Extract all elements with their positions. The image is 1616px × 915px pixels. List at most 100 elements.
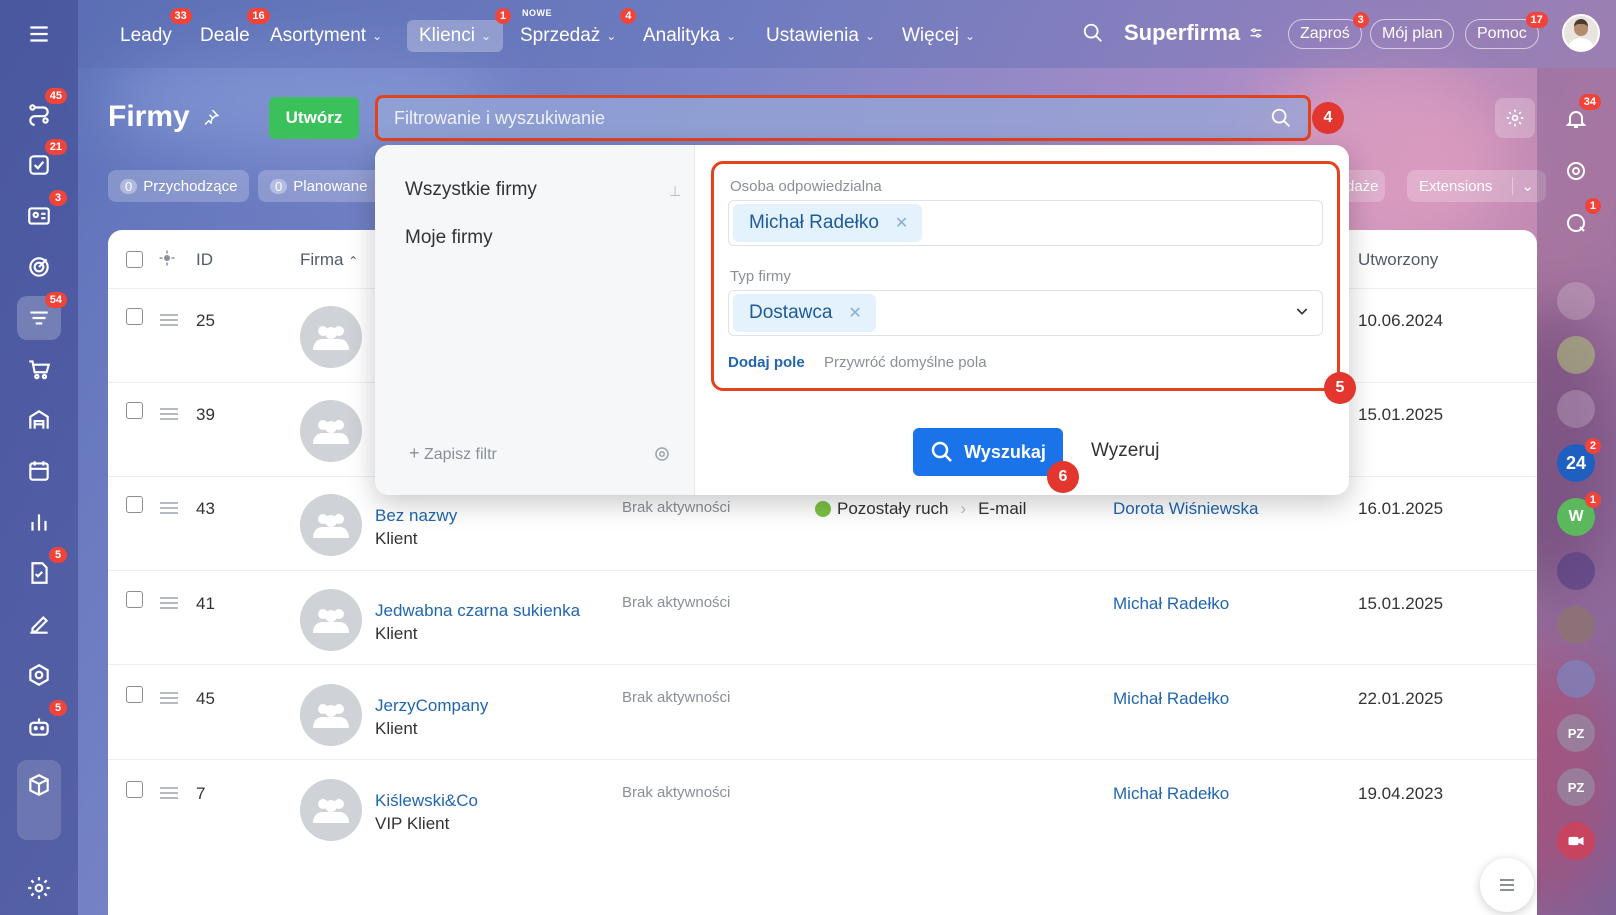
settings-gear-icon[interactable]: [17, 866, 61, 910]
calendar-icon[interactable]: [17, 449, 61, 493]
remove-tag-icon[interactable]: ✕: [848, 303, 861, 323]
list-menu-button[interactable]: [1480, 858, 1534, 912]
sidebar-item-goals[interactable]: [17, 245, 61, 289]
row-checkbox[interactable]: [126, 781, 143, 798]
column-header-id[interactable]: ID: [196, 250, 213, 270]
company-name[interactable]: Superfirma: [1124, 20, 1264, 46]
search-icon[interactable]: [1270, 107, 1292, 129]
search-button[interactable]: Wyszukaj: [913, 428, 1063, 476]
company-name-link[interactable]: Jedwabna czarna sukienka: [375, 601, 580, 621]
nav-label: Deale: [200, 25, 250, 46]
contact-avatar[interactable]: [1557, 282, 1595, 320]
my-plan-button[interactable]: Mój plan: [1370, 19, 1455, 49]
contact-avatar[interactable]: [1557, 552, 1595, 590]
contact-avatar[interactable]: PZ: [1557, 768, 1595, 806]
company-type-tag[interactable]: Dostawca ✕: [733, 294, 876, 332]
gear-icon[interactable]: [653, 445, 671, 468]
remove-tag-icon[interactable]: ✕: [895, 213, 908, 233]
extensions-button[interactable]: Extensions ⌄: [1407, 170, 1546, 202]
contact-avatar[interactable]: [1557, 660, 1595, 698]
row-checkbox[interactable]: [126, 686, 143, 703]
chevron-down-icon[interactable]: [1294, 303, 1310, 324]
restore-default-fields-link[interactable]: Przywróć domyślne pola: [824, 354, 987, 371]
drag-handle-icon[interactable]: [160, 597, 178, 609]
sidebar-item-contacts[interactable]: 3: [17, 190, 67, 238]
search-icon[interactable]: [1082, 22, 1104, 49]
company-name-link[interactable]: JerzyCompany: [375, 696, 488, 716]
contact-avatar[interactable]: [1557, 390, 1595, 428]
hexagon-icon[interactable]: [17, 653, 61, 697]
company-name-link[interactable]: Kiślewski&Co: [375, 791, 478, 811]
sign-icon[interactable]: [17, 602, 61, 646]
row-checkbox[interactable]: [126, 496, 143, 513]
drag-handle-icon[interactable]: [160, 502, 178, 514]
nav-sales[interactable]: NOWE Sprzedaż ⌄ 4: [508, 8, 637, 52]
chevron-down-icon: ⌄: [1512, 177, 1534, 195]
drag-handle-icon[interactable]: [160, 692, 178, 704]
analytics-icon[interactable]: [17, 500, 61, 544]
column-header-company[interactable]: Firma ⌃: [300, 250, 358, 270]
video-call-icon[interactable]: [1557, 822, 1595, 860]
notification-badge: 5: [49, 547, 67, 563]
nav-more[interactable]: Więcej ⌄: [890, 20, 987, 52]
responsible-link[interactable]: Dorota Wiśniewska: [1113, 499, 1259, 519]
avatar[interactable]: [1562, 14, 1600, 52]
responsible-tag[interactable]: Michał Radełko ✕: [733, 204, 923, 242]
invite-button[interactable]: Zaproś 3: [1288, 12, 1369, 49]
nav-products[interactable]: Asortyment ⌄: [258, 20, 394, 52]
help-button[interactable]: Pomoc 17: [1465, 12, 1548, 49]
w-app[interactable]: W 1: [1557, 492, 1601, 536]
reset-button[interactable]: Wyzeruj: [1091, 440, 1159, 462]
select-all-checkbox[interactable]: [126, 251, 143, 268]
pin-icon[interactable]: ⊥: [669, 183, 681, 200]
nav-deals[interactable]: Deale 16: [188, 8, 270, 52]
column-settings-icon[interactable]: [158, 249, 176, 272]
chat-search-icon[interactable]: 1: [1557, 198, 1601, 242]
nav-analytics[interactable]: Analityka ⌄: [631, 20, 748, 52]
counter-label: Przychodzące: [143, 177, 238, 195]
robot-icon[interactable]: 5: [17, 700, 67, 748]
bell-icon[interactable]: 34: [1557, 94, 1601, 138]
row-checkbox[interactable]: [126, 308, 143, 325]
settings-button[interactable]: [1495, 98, 1535, 138]
column-header-created[interactable]: Utworzony: [1358, 250, 1438, 270]
row-id: 43: [196, 499, 215, 518]
company-type-field[interactable]: Dostawca ✕: [728, 290, 1323, 336]
create-button[interactable]: Utwórz: [269, 97, 359, 139]
search-input[interactable]: [394, 107, 1270, 129]
sidebar-item-crm[interactable]: 54: [17, 292, 67, 340]
documents-icon[interactable]: 5: [17, 547, 67, 595]
sidebar-item-funnel[interactable]: 45: [17, 88, 67, 136]
drag-handle-icon[interactable]: [160, 787, 178, 799]
contact-avatar[interactable]: [1557, 606, 1595, 644]
drag-handle-icon[interactable]: [160, 408, 178, 420]
preset-my-companies[interactable]: Moje firmy: [405, 227, 493, 249]
planned-counter[interactable]: 0 Planowane: [258, 170, 380, 202]
contact-avatar[interactable]: PZ: [1557, 714, 1595, 752]
pin-icon[interactable]: [202, 108, 220, 126]
menu-icon[interactable]: [17, 12, 61, 56]
add-field-link[interactable]: Dodaj pole: [728, 354, 805, 371]
nav-settings[interactable]: Ustawienia ⌄: [754, 20, 887, 52]
chat-avatar[interactable]: [1557, 336, 1595, 374]
cart-icon[interactable]: [17, 347, 61, 391]
row-checkbox[interactable]: [126, 591, 143, 608]
company-name-link[interactable]: Bez nazwy: [375, 506, 457, 526]
responsible-link[interactable]: Michał Radełko: [1113, 594, 1229, 614]
drag-handle-icon[interactable]: [160, 314, 178, 326]
warehouse-icon[interactable]: [17, 398, 61, 442]
filter-search-field[interactable]: [375, 95, 1311, 141]
save-filter-button[interactable]: + Zapisz filtr: [409, 443, 497, 464]
row-checkbox[interactable]: [126, 402, 143, 419]
nav-leads[interactable]: Leady 33: [108, 8, 192, 52]
responsible-field[interactable]: Michał Radełko ✕: [728, 200, 1323, 246]
box-icon[interactable]: [17, 760, 61, 840]
incoming-counter[interactable]: 0 Przychodzące: [108, 170, 250, 202]
preset-all-companies[interactable]: Wszystkie firmy: [405, 179, 537, 201]
sidebar-item-tasks[interactable]: 21: [17, 139, 67, 187]
bitrix24-app[interactable]: 24 2: [1557, 438, 1601, 482]
nav-clients[interactable]: Klienci ⌄ 1: [407, 8, 512, 52]
target-icon[interactable]: [1557, 152, 1595, 190]
responsible-link[interactable]: Michał Radełko: [1113, 784, 1229, 804]
responsible-link[interactable]: Michał Radełko: [1113, 689, 1229, 709]
